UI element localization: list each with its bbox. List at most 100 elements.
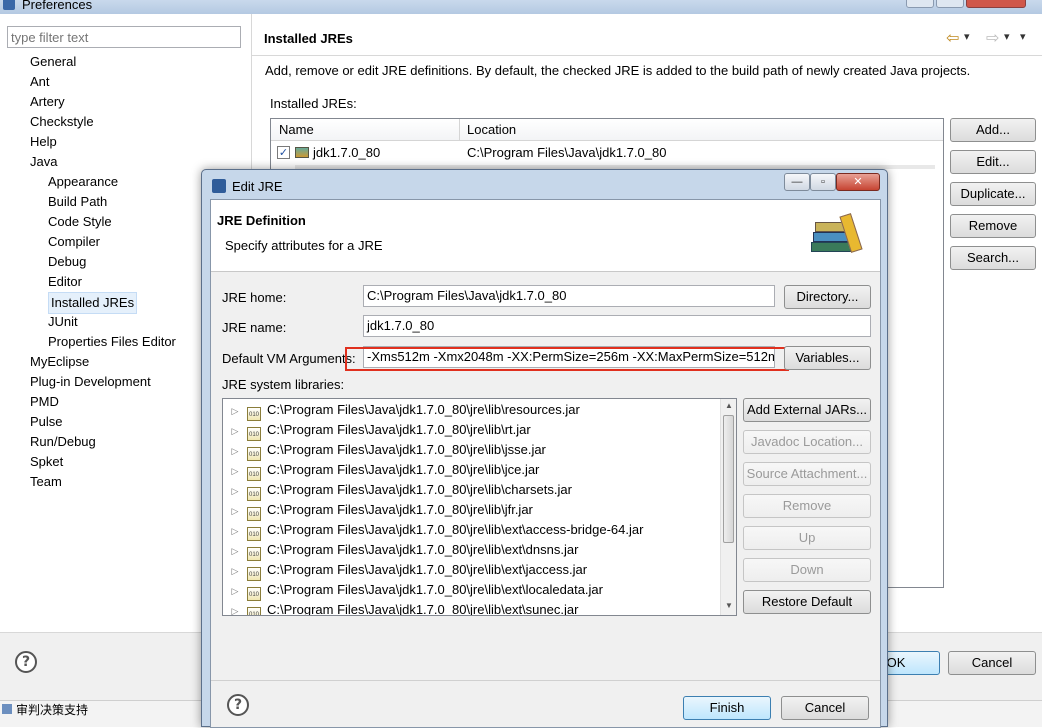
dialog-minimize-button[interactable]: —: [784, 173, 810, 191]
tree-item[interactable]: Ant: [30, 72, 50, 92]
expand-arrow-icon[interactable]: ▷: [229, 521, 241, 541]
forward-arrow-icon[interactable]: ⇨: [986, 28, 999, 48]
tree-item[interactable]: Debug: [48, 252, 86, 272]
variables-button[interactable]: Variables...: [784, 346, 871, 370]
expand-arrow-icon[interactable]: ▷: [229, 481, 241, 501]
cancel-button[interactable]: Cancel: [948, 651, 1036, 675]
edit-button[interactable]: Edit...: [950, 150, 1036, 174]
tree-item[interactable]: Appearance: [48, 172, 118, 192]
library-item[interactable]: ▷ 010 C:\Program Files\Java\jdk1.7.0_80\jr…: [223, 400, 720, 421]
jre-home-label: JRE home:: [222, 290, 287, 305]
library-side-button[interactable]: Remove: [743, 494, 871, 518]
tree-item[interactable]: Properties Files Editor: [48, 332, 176, 352]
tree-item[interactable]: Editor: [48, 272, 82, 292]
jre-home-field[interactable]: C:\Program Files\Java\jdk1.7.0_80: [363, 285, 775, 307]
expand-arrow-icon[interactable]: ▷: [229, 421, 241, 441]
filter-input[interactable]: [7, 26, 241, 48]
library-item[interactable]: ▷ 010 C:\Program Files\Java\jdk1.7.0_80\jr…: [223, 560, 720, 581]
tree-item[interactable]: Pulse: [30, 412, 63, 432]
tree-item[interactable]: PMD: [30, 392, 59, 412]
library-item[interactable]: ▷ 010 C:\Program Files\Java\jdk1.7.0_80\jr…: [223, 520, 720, 541]
back-arrow-icon[interactable]: ⇦: [946, 28, 959, 48]
expand-arrow-icon[interactable]: ▷: [229, 561, 241, 581]
library-item[interactable]: ▷ 010 C:\Program Files\Java\jdk1.7.0_80\jr…: [223, 500, 720, 521]
tree-item[interactable]: Code Style: [48, 212, 112, 232]
library-path: C:\Program Files\Java\jdk1.7.0_80\jre\li…: [267, 542, 579, 557]
libraries-scrollbar[interactable]: ▲ ▼: [720, 399, 736, 615]
tree-item[interactable]: Team: [30, 472, 62, 492]
library-side-button[interactable]: Javadoc Location...: [743, 430, 871, 454]
library-side-button[interactable]: Down: [743, 558, 871, 582]
tree-item[interactable]: Java: [30, 152, 57, 172]
search-button[interactable]: Search...: [950, 246, 1036, 270]
help-icon[interactable]: ?: [15, 651, 37, 673]
tree-item[interactable]: Spket: [30, 452, 63, 472]
library-item[interactable]: ▷ 010 C:\Program Files\Java\jdk1.7.0_80\jr…: [223, 440, 720, 461]
tree-item[interactable]: Plug-in Development: [30, 372, 151, 392]
library-side-button[interactable]: Source Attachment...: [743, 462, 871, 486]
tree-item[interactable]: Installed JREs: [48, 292, 138, 314]
jar-icon: 010: [247, 607, 261, 615]
library-item[interactable]: ▷ 010 C:\Program Files\Java\jdk1.7.0_80\jr…: [223, 480, 720, 501]
jre-row[interactable]: ✓ jdk1.7.0_80 C:\Program Files\Java\jdk1.7…: [271, 143, 943, 163]
library-side-button[interactable]: Add External JARs...: [743, 398, 871, 422]
expand-arrow-icon[interactable]: ▷: [229, 541, 241, 561]
expand-arrow-icon[interactable]: ▷: [229, 601, 241, 615]
tree-item[interactable]: General: [30, 52, 76, 72]
scroll-thumb[interactable]: [723, 415, 734, 543]
dialog-separator: [211, 680, 880, 681]
tree-item[interactable]: JUnit: [48, 312, 78, 332]
library-path: C:\Program Files\Java\jdk1.7.0_80\jre\li…: [267, 462, 540, 477]
jre-name-field[interactable]: jdk1.7.0_80: [363, 315, 871, 337]
tree-item[interactable]: Help: [30, 132, 57, 152]
minimize-button[interactable]: [906, 0, 934, 8]
col-location-header[interactable]: Location: [467, 122, 516, 137]
expand-arrow-icon[interactable]: ▷: [229, 581, 241, 601]
jre-location-cell: C:\Program Files\Java\jdk1.7.0_80: [467, 145, 667, 160]
scroll-down-icon[interactable]: ▼: [725, 601, 733, 610]
workspace-tab-label[interactable]: 审判决策支持: [16, 701, 88, 718]
directory-button[interactable]: Directory...: [784, 285, 871, 309]
maximize-button[interactable]: [936, 0, 964, 8]
view-menu-icon[interactable]: ▾: [1020, 30, 1026, 43]
library-item[interactable]: ▷ 010 C:\Program Files\Java\jdk1.7.0_80\jr…: [223, 580, 720, 601]
finish-button[interactable]: Finish: [683, 696, 771, 720]
library-side-button[interactable]: Up: [743, 526, 871, 550]
expand-arrow-icon[interactable]: ▷: [229, 441, 241, 461]
add-button[interactable]: Add...: [950, 118, 1036, 142]
tree-item[interactable]: Artery: [30, 92, 65, 112]
library-item[interactable]: ▷ 010 C:\Program Files\Java\jdk1.7.0_80\jr…: [223, 540, 720, 561]
library-path: C:\Program Files\Java\jdk1.7.0_80\jre\li…: [267, 402, 580, 417]
close-button[interactable]: [966, 0, 1026, 8]
jre-name-cell: jdk1.7.0_80: [313, 145, 381, 160]
library-item[interactable]: ▷ 010 C:\Program Files\Java\jdk1.7.0_80\jr…: [223, 460, 720, 481]
duplicate-button[interactable]: Duplicate...: [950, 182, 1036, 206]
jre-checkbox[interactable]: ✓: [277, 146, 290, 159]
library-item[interactable]: ▷ 010 C:\Program Files\Java\jdk1.7.0_80\jr…: [223, 600, 720, 615]
scroll-up-icon[interactable]: ▲: [725, 401, 733, 410]
remove-button[interactable]: Remove: [950, 214, 1036, 238]
dialog-maximize-button[interactable]: ▫: [810, 173, 836, 191]
libraries-tree[interactable]: ▷ 010 C:\Program Files\Java\jdk1.7.0_80\jr…: [222, 398, 737, 616]
tree-item[interactable]: Compiler: [48, 232, 100, 252]
col-name-header[interactable]: Name: [279, 122, 314, 137]
dialog-cancel-button[interactable]: Cancel: [781, 696, 869, 720]
tree-item[interactable]: Checkstyle: [30, 112, 94, 132]
library-side-button[interactable]: Restore Default: [743, 590, 871, 614]
expand-arrow-icon[interactable]: ▷: [229, 401, 241, 421]
title-separator: [252, 55, 1042, 56]
back-menu-icon[interactable]: ▾: [964, 30, 970, 43]
library-item[interactable]: ▷ 010 C:\Program Files\Java\jdk1.7.0_80\jr…: [223, 420, 720, 441]
jre-name-label: JRE name:: [222, 320, 287, 335]
expand-arrow-icon[interactable]: ▷: [229, 501, 241, 521]
dialog-help-icon[interactable]: ?: [227, 694, 249, 716]
jar-icon: 010: [247, 467, 261, 481]
expand-arrow-icon[interactable]: ▷: [229, 461, 241, 481]
title-bar: [0, 0, 1042, 14]
tree-item[interactable]: Build Path: [48, 192, 107, 212]
tree-item[interactable]: MyEclipse: [30, 352, 89, 372]
forward-menu-icon[interactable]: ▾: [1004, 30, 1010, 43]
dialog-close-button[interactable]: ✕: [836, 173, 880, 191]
library-path: C:\Program Files\Java\jdk1.7.0_80\jre\li…: [267, 482, 572, 497]
tree-item[interactable]: Run/Debug: [30, 432, 96, 452]
